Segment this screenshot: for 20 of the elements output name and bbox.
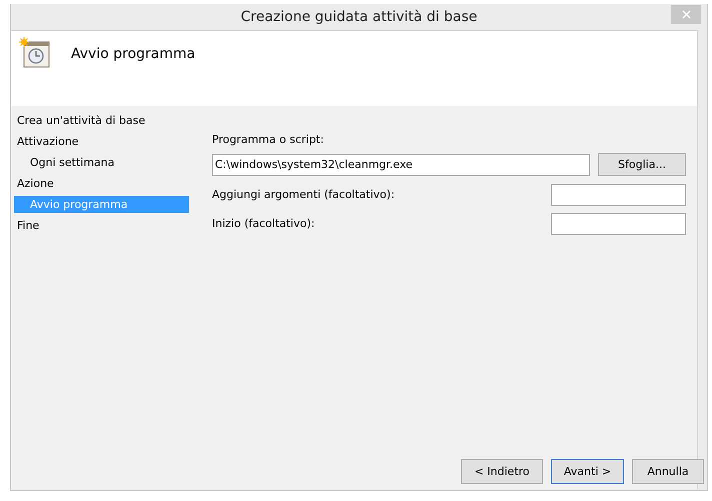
start-field[interactable] xyxy=(551,213,686,235)
field-label: Inizio (facoltativo): xyxy=(212,217,315,231)
page-title: Avvio programma xyxy=(71,46,196,62)
wizard-step[interactable]: Ogni settimana xyxy=(14,154,189,171)
close-icon xyxy=(682,10,690,19)
program-field[interactable]: C:\windows\system32\cleanmgr.exe xyxy=(212,154,590,176)
field-label: Programma o script: xyxy=(212,133,325,147)
wizard-step[interactable]: Crea un'attività di base xyxy=(14,112,189,129)
wizard-button[interactable]: < Indietro xyxy=(461,459,543,484)
field-label: Aggiungi argomenti (facoltativo): xyxy=(212,188,395,202)
window-title: Creazione guidata attività di base xyxy=(240,9,478,25)
browse-button[interactable]: Sfoglia... xyxy=(598,153,686,176)
wizard-button[interactable]: Annulla xyxy=(632,459,704,484)
wizard-step[interactable]: Fine xyxy=(14,217,189,234)
wizard-step[interactable]: Attivazione xyxy=(14,133,189,150)
arguments-field[interactable] xyxy=(551,184,686,206)
wizard-button[interactable]: Avanti > xyxy=(551,459,624,484)
close-button[interactable] xyxy=(671,5,701,24)
wizard-step[interactable]: Azione xyxy=(14,175,189,192)
calendar-clock-icon xyxy=(19,37,51,69)
